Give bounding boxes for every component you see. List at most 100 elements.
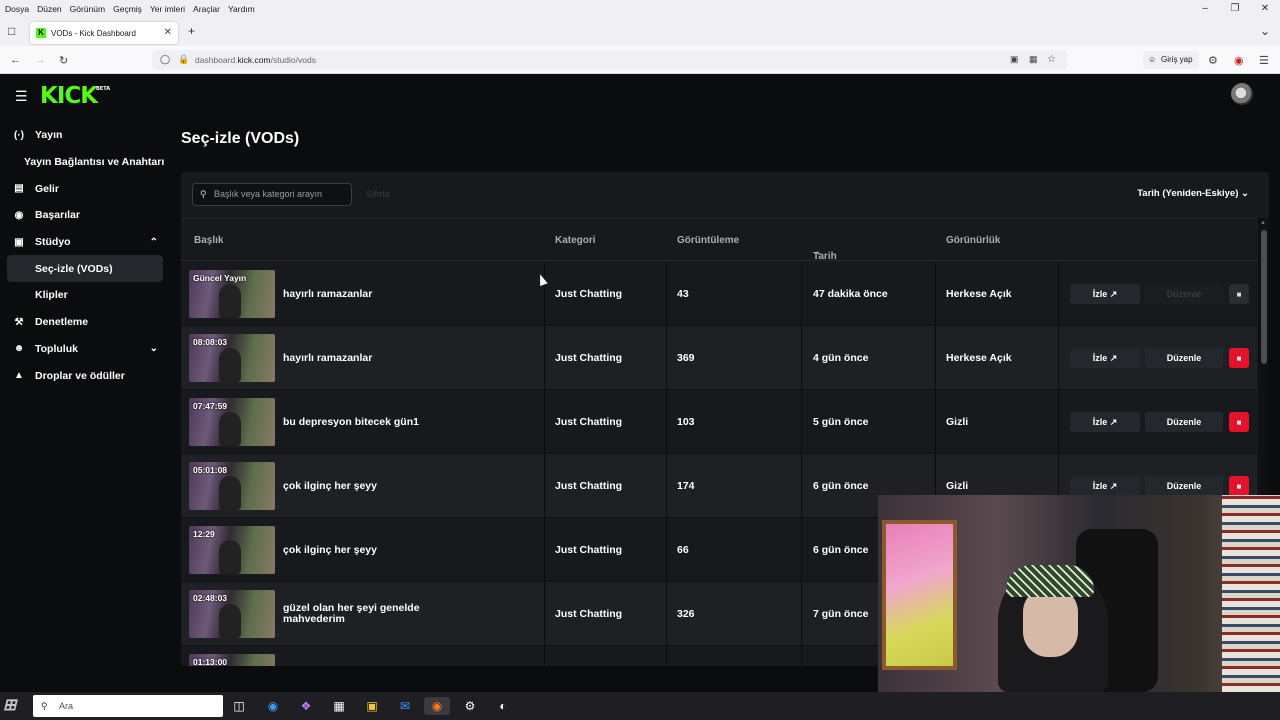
sort-dropdown[interactable]: Tarih (Yeniden-Eskiye) ⌄ — [1137, 188, 1249, 199]
menu-bookmarks[interactable]: Yer imleri — [150, 4, 185, 14]
table-row[interactable]: 07:47:59 bu depresyon bitecek gün1 Just … — [181, 390, 1257, 454]
edit-button[interactable]: Düzenle — [1145, 348, 1223, 368]
sidebar-item-droplar[interactable]: ▲ Droplar ve ödüller — [0, 362, 170, 389]
menu-tools[interactable]: Araçlar — [193, 4, 220, 14]
vod-thumbnail[interactable]: 05:01:08 — [189, 462, 275, 510]
settings-icon[interactable]: ⚙ — [461, 697, 479, 715]
vod-thumbnail[interactable]: Güncel Yayın — [189, 270, 275, 318]
addon-icon[interactable]: ◉ — [1234, 54, 1244, 67]
edit-button[interactable]: Düzenle — [1145, 412, 1223, 432]
minimize-icon[interactable]: – — [1190, 0, 1220, 18]
sidebar-item-studyo[interactable]: ▣ Stüdyo ⌃ — [0, 229, 170, 256]
delete-button[interactable]: ■ — [1229, 476, 1249, 496]
search-input[interactable]: ⚲ Başlık veya kategori arayın — [192, 183, 352, 206]
kick-logo[interactable]: KICK BETA — [40, 83, 110, 109]
back-icon[interactable]: ← — [10, 54, 21, 66]
vod-thumbnail[interactable]: 02:48:03 — [189, 590, 275, 638]
vod-views: 66 — [677, 544, 689, 556]
vod-category[interactable]: Just Chatting — [555, 390, 622, 454]
scroll-up-icon[interactable]: ▲ — [1260, 220, 1266, 226]
browser-menu-icon[interactable]: ☰ — [1259, 54, 1269, 67]
vod-views: 43 — [677, 288, 689, 300]
vod-title[interactable]: hayırlı ramazanlar — [283, 262, 453, 326]
sidebar-item-stream-key[interactable]: Yayın Bağlantısı ve Anahtarı — [0, 149, 170, 176]
close-tab-icon[interactable]: ✕ — [164, 27, 172, 38]
reset-button[interactable]: Sıfırla — [366, 189, 390, 199]
browser-tab[interactable]: K VODs - Kick Dashboard ✕ — [30, 22, 178, 44]
external-link-icon: ↗ — [1109, 416, 1118, 427]
table-row[interactable]: 08:08:03 hayırlı ramazanlar Just Chattin… — [181, 326, 1257, 390]
chevron-down-icon[interactable]: ⌄ — [1260, 24, 1270, 38]
vod-category[interactable]: Just Chatting — [555, 518, 622, 582]
scrollbar-thumb[interactable] — [1261, 230, 1267, 364]
task-view-icon[interactable]: ◫ — [230, 697, 248, 715]
delete-button[interactable]: ■ — [1229, 348, 1249, 368]
windows-start-icon[interactable]: ⊞ — [3, 695, 16, 715]
edit-button[interactable]: Düzenle — [1145, 476, 1223, 496]
bookmark-star-icon[interactable]: ☆ — [1047, 54, 1056, 65]
menu-file[interactable]: Dosya — [5, 4, 29, 14]
sidebar-item-topluluk[interactable]: ☻ Topluluk ⌄ — [0, 336, 170, 363]
browser-menubar: Dosya Düzen Görünüm Geçmiş Yer imleri Ar… — [0, 0, 1280, 18]
vod-title[interactable]: hayırlı ramazanlar — [283, 326, 453, 390]
vod-category[interactable]: Just Chatting — [555, 262, 622, 326]
menu-help[interactable]: Yardım — [228, 4, 255, 14]
taskbar-search-input[interactable]: ⚲ Ara — [33, 695, 223, 717]
watch-button[interactable]: İzle ↗ — [1070, 284, 1140, 304]
url-field[interactable]: dashboard.kick.com/studio/vods — [152, 50, 1067, 70]
tab-list-icon[interactable]: □ — [8, 24, 15, 38]
watch-button[interactable]: İzle ↗ — [1070, 476, 1140, 496]
shield-icon[interactable]: ◯ — [160, 54, 170, 65]
copilot-icon[interactable]: ❖ — [297, 697, 315, 715]
col-baslik[interactable]: Başlık — [194, 235, 223, 246]
vod-thumbnail[interactable]: 08:08:03 — [189, 334, 275, 382]
sidebar-item-basarilar[interactable]: ◉ Başarılar — [0, 202, 170, 229]
menu-view[interactable]: Görünüm — [70, 4, 105, 14]
sidebar-item-denetleme[interactable]: ⚒ Denetleme — [0, 309, 170, 336]
reload-icon[interactable]: ↻ — [59, 54, 68, 67]
firefox-icon[interactable]: ◉ — [424, 697, 450, 715]
vod-category[interactable]: Just Chatting — [555, 454, 622, 518]
sidebar-item-vods[interactable]: Seç-izle (VODs) — [7, 255, 163, 283]
new-tab-icon[interactable]: + — [188, 24, 195, 38]
extensions-icon[interactable]: ⚙ — [1208, 54, 1218, 67]
window-controls: – ❐ ✕ — [1190, 0, 1280, 18]
hamburger-icon[interactable]: ☰ — [15, 88, 28, 105]
menu-edit[interactable]: Düzen — [37, 4, 62, 14]
obs-icon[interactable]: ◐ — [494, 697, 512, 715]
delete-button[interactable]: ■ — [1229, 412, 1249, 432]
vod-title[interactable]: bu depresyon bitecek gün1 — [283, 390, 453, 454]
table-row[interactable]: Güncel Yayın hayırlı ramazanlar Just Cha… — [181, 262, 1257, 326]
store-icon[interactable]: ▦ — [330, 697, 348, 715]
vod-thumbnail[interactable]: 07:47:59 — [189, 398, 275, 446]
edge-icon[interactable]: ◉ — [264, 697, 282, 715]
vod-category[interactable]: Just Chatting — [555, 326, 622, 390]
folder-icon[interactable]: ▣ — [363, 697, 381, 715]
restore-icon[interactable]: ❐ — [1220, 0, 1250, 18]
watch-button[interactable]: İzle ↗ — [1070, 348, 1140, 368]
sidebar-item-yayin[interactable]: (·) Yayın — [0, 122, 170, 149]
vod-title[interactable]: güzel olan her şeyi genelde mahvederim — [283, 582, 453, 646]
vod-thumbnail[interactable]: 12:29 — [189, 526, 275, 574]
avatar[interactable] — [1231, 83, 1253, 105]
chevron-down-icon[interactable]: ⌄ — [150, 343, 158, 354]
watch-button[interactable]: İzle ↗ — [1070, 412, 1140, 432]
col-goruntuleme[interactable]: Görüntüleme — [677, 235, 739, 246]
menu-history[interactable]: Geçmiş — [113, 4, 142, 14]
delete-button[interactable]: ■ — [1229, 284, 1249, 304]
close-window-icon[interactable]: ✕ — [1250, 0, 1280, 18]
sidebar-item-gelir[interactable]: ▤ Gelir — [0, 175, 170, 202]
forward-icon[interactable]: → — [35, 54, 46, 66]
media-icon[interactable]: ▣ — [1010, 54, 1019, 65]
mail-icon[interactable]: ✉ — [396, 697, 414, 715]
screenshot-icon[interactable]: ▦ — [1029, 54, 1038, 65]
vod-title[interactable]: çok ilginç her şeyy — [283, 454, 453, 518]
vod-category[interactable]: Just Chatting — [555, 582, 622, 646]
col-gorunurluk[interactable]: Görünürlük — [946, 235, 1000, 246]
login-button[interactable]: ☺ Giriş yap — [1143, 51, 1199, 69]
sidebar-item-klipler[interactable]: Klipler — [0, 282, 170, 309]
vod-thumbnail[interactable]: 01:13:00 — [189, 654, 275, 666]
vod-title[interactable]: çok ilginç her şeyy — [283, 518, 453, 582]
chevron-up-icon[interactable]: ⌃ — [150, 237, 158, 248]
col-kategori[interactable]: Kategori — [555, 235, 596, 246]
